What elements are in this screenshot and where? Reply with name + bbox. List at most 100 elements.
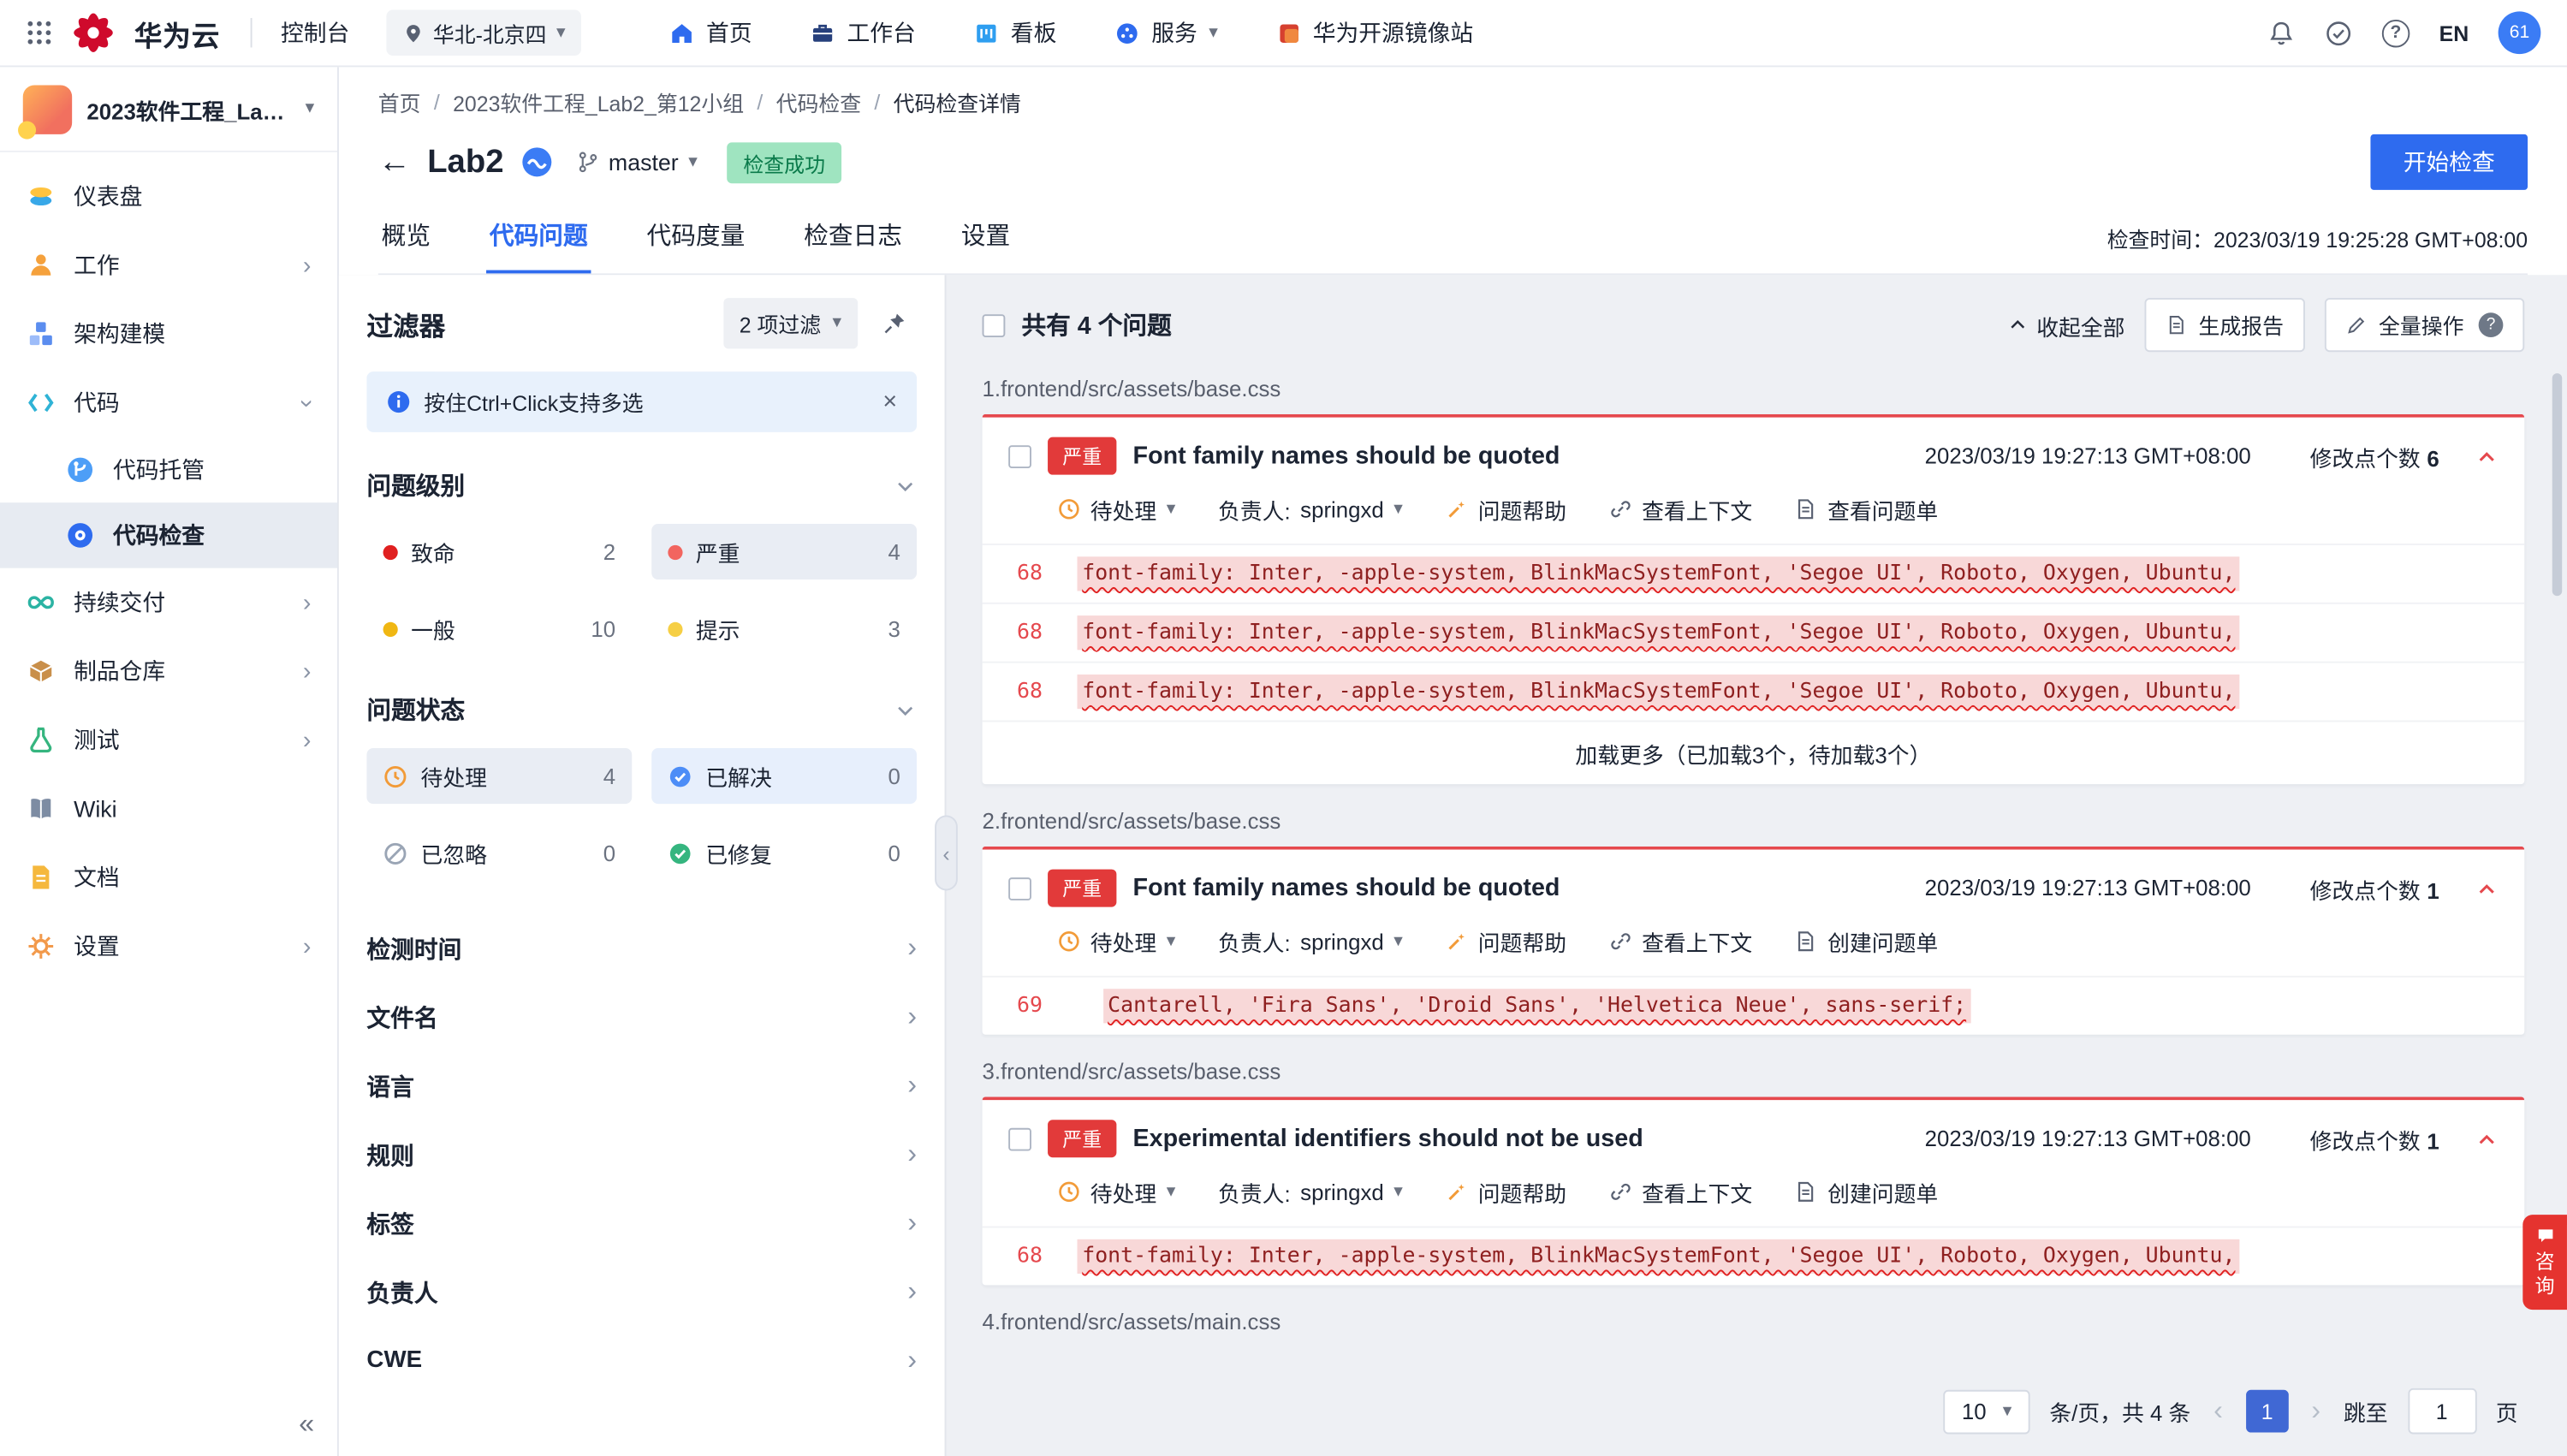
pin-filter-button[interactable] — [871, 300, 918, 347]
notifications-bell-icon[interactable] — [2267, 19, 2296, 47]
issue-checkbox[interactable] — [1008, 1127, 1031, 1150]
filter-link-detect-time[interactable]: 检测时间 › — [366, 913, 917, 982]
current-page-button[interactable]: 1 — [2246, 1390, 2289, 1433]
sidebar-item-artifact[interactable]: 制品仓库 › — [0, 637, 337, 705]
help-question-icon[interactable]: ? — [2382, 19, 2410, 47]
brand-name[interactable]: 华为云 — [134, 12, 220, 53]
create-ticket-link[interactable]: 创建问题单 — [1795, 925, 1938, 958]
issue-checkbox[interactable] — [1008, 877, 1031, 900]
filter-status-resolved[interactable]: 已解决 0 — [651, 748, 917, 804]
jump-page-input[interactable] — [2407, 1388, 2475, 1435]
sidebar-item-cd[interactable]: 持续交付 › — [0, 568, 337, 637]
prev-page-button[interactable]: ‹ — [2210, 1395, 2225, 1428]
close-icon[interactable]: × — [882, 388, 897, 416]
create-ticket-link[interactable]: 创建问题单 — [1795, 1175, 1938, 1208]
breadcrumb-project[interactable]: 2023软件工程_Lab2_第12小组 — [453, 86, 744, 117]
consult-widget[interactable]: 咨询 — [2522, 1215, 2567, 1310]
tab-code-issues[interactable]: 代码问题 — [486, 203, 591, 273]
issue-help-link[interactable]: 问题帮助 — [1446, 493, 1567, 526]
sidebar-collapse-button[interactable]: « — [299, 1408, 314, 1441]
load-more-button[interactable]: 加载更多（已加载3个，待加载3个） — [983, 721, 2525, 785]
page-size-select[interactable]: 10 ▾ — [1944, 1389, 2030, 1434]
collapse-all-button[interactable]: 收起全部 — [2007, 309, 2125, 342]
collapse-issue-button[interactable] — [2475, 444, 2499, 467]
project-selector[interactable]: 2023软件工程_Lab... ▾ — [0, 67, 337, 152]
select-all-checkbox[interactable] — [983, 313, 1006, 336]
bulk-action-button[interactable]: 全量操作 ? — [2325, 298, 2524, 352]
issue-ticket-link[interactable]: 查看问题单 — [1795, 493, 1938, 526]
issue-help-link[interactable]: 问题帮助 — [1446, 1175, 1567, 1208]
huawei-logo[interactable] — [72, 11, 115, 54]
language-switch[interactable]: EN — [2439, 21, 2469, 45]
code-line[interactable]: 68 font-family: Inter, -apple-system, Bl… — [983, 603, 2525, 662]
nav-board[interactable]: 看板 — [975, 16, 1057, 49]
filter-link-rule[interactable]: 规则 › — [366, 1120, 917, 1188]
issue-checkbox[interactable] — [1008, 444, 1031, 467]
next-page-button[interactable]: › — [2308, 1395, 2323, 1428]
filter-level-hint[interactable]: 提示 3 — [651, 601, 917, 657]
active-filter-count-dropdown[interactable]: 2 项过滤 ▾ — [723, 298, 859, 348]
tab-overview[interactable]: 概览 — [378, 203, 434, 273]
issue-status-dropdown[interactable]: 待处理 ▾ — [1058, 925, 1176, 958]
nav-workspace[interactable]: 工作台 — [811, 16, 915, 49]
collapse-issue-button[interactable] — [2475, 877, 2499, 900]
filter-status-fixed[interactable]: 已修复 0 — [651, 825, 917, 881]
filter-link-filename[interactable]: 文件名 › — [366, 983, 917, 1051]
filter-status-pending[interactable]: 待处理 4 — [366, 748, 632, 804]
sidebar-item-docs[interactable]: 文档 — [0, 843, 337, 912]
filter-link-language[interactable]: 语言 › — [366, 1051, 917, 1120]
nav-mirror[interactable]: 华为开源镜像站 — [1277, 16, 1474, 49]
collapse-issue-button[interactable] — [2475, 1127, 2499, 1150]
branch-selector[interactable]: master ▾ — [576, 149, 698, 175]
bulk-help-icon[interactable]: ? — [2479, 312, 2504, 337]
filter-level-critical[interactable]: 严重 4 — [651, 524, 917, 579]
nav-home[interactable]: 首页 — [670, 16, 752, 49]
code-line[interactable]: 68 font-family: Inter, -apple-system, Bl… — [983, 662, 2525, 721]
issue-status-dropdown[interactable]: 待处理 ▾ — [1058, 1175, 1176, 1208]
workorder-check-icon[interactable] — [2325, 19, 2353, 47]
code-line[interactable]: 68 font-family: Inter, -apple-system, Bl… — [983, 1227, 2525, 1286]
generate-report-button[interactable]: 生成报告 — [2144, 298, 2304, 352]
section-issue-level[interactable]: 问题级别 — [366, 468, 917, 502]
view-context-link[interactable]: 查看上下文 — [1609, 493, 1752, 526]
tab-settings[interactable]: 设置 — [958, 203, 1013, 273]
view-context-link[interactable]: 查看上下文 — [1609, 1175, 1752, 1208]
sidebar-item-work[interactable]: 工作 › — [0, 231, 337, 300]
region-selector[interactable]: 华北-北京四 ▾ — [385, 9, 581, 56]
sidebar-item-test[interactable]: 测试 › — [0, 705, 337, 774]
filter-link-cwe[interactable]: CWE › — [366, 1326, 917, 1394]
back-button[interactable]: ← — [378, 146, 411, 178]
view-context-link[interactable]: 查看上下文 — [1609, 925, 1752, 958]
code-line[interactable]: 68 font-family: Inter, -apple-system, Bl… — [983, 544, 2525, 603]
filter-level-normal[interactable]: 一般 10 — [366, 601, 632, 657]
issue-status-dropdown[interactable]: 待处理 ▾ — [1058, 493, 1176, 526]
code-line[interactable]: 69 Cantarell, 'Fira Sans', 'Droid Sans',… — [983, 976, 2525, 1035]
issue-owner-dropdown[interactable]: 负责人: springxd ▾ — [1218, 1175, 1403, 1208]
tab-code-metrics[interactable]: 代码度量 — [644, 203, 748, 273]
filter-status-ignored[interactable]: 已忽略 0 — [366, 825, 632, 881]
scrollbar-thumb[interactable] — [2552, 373, 2562, 596]
console-link[interactable]: 控制台 — [281, 16, 349, 49]
breadcrumb-home[interactable]: 首页 — [378, 86, 421, 117]
app-grid-icon[interactable] — [27, 20, 53, 46]
sidebar-item-settings[interactable]: 设置 › — [0, 912, 337, 980]
sidebar-item-code-check[interactable]: 代码检查 — [0, 502, 337, 568]
sidebar-item-architecture[interactable]: 架构建模 — [0, 300, 337, 368]
sidebar-item-code-hosting[interactable]: 代码托管 — [0, 437, 337, 503]
nav-services[interactable]: 服务 ▾ — [1115, 16, 1218, 49]
breadcrumb-codecheck[interactable]: 代码检查 — [776, 86, 861, 117]
issue-owner-dropdown[interactable]: 负责人: springxd ▾ — [1218, 493, 1403, 526]
issue-help-link[interactable]: 问题帮助 — [1446, 925, 1567, 958]
section-issue-status[interactable]: 问题状态 — [366, 692, 917, 727]
issue-owner-dropdown[interactable]: 负责人: springxd ▾ — [1218, 925, 1403, 958]
sidebar-item-code[interactable]: 代码 › — [0, 368, 337, 437]
user-avatar[interactable]: 61 — [2499, 11, 2541, 54]
panel-collapse-handle[interactable]: ‹ — [935, 815, 958, 890]
sidebar-item-wiki[interactable]: Wiki — [0, 775, 337, 843]
filter-link-owner[interactable]: 负责人 › — [366, 1257, 917, 1326]
tab-check-logs[interactable]: 检查日志 — [800, 203, 905, 273]
filter-level-fatal[interactable]: 致命 2 — [366, 524, 632, 579]
sidebar-item-dashboard[interactable]: 仪表盘 — [0, 162, 337, 230]
filter-link-tag[interactable]: 标签 › — [366, 1189, 917, 1257]
start-check-button[interactable]: 开始检查 — [2370, 134, 2528, 190]
